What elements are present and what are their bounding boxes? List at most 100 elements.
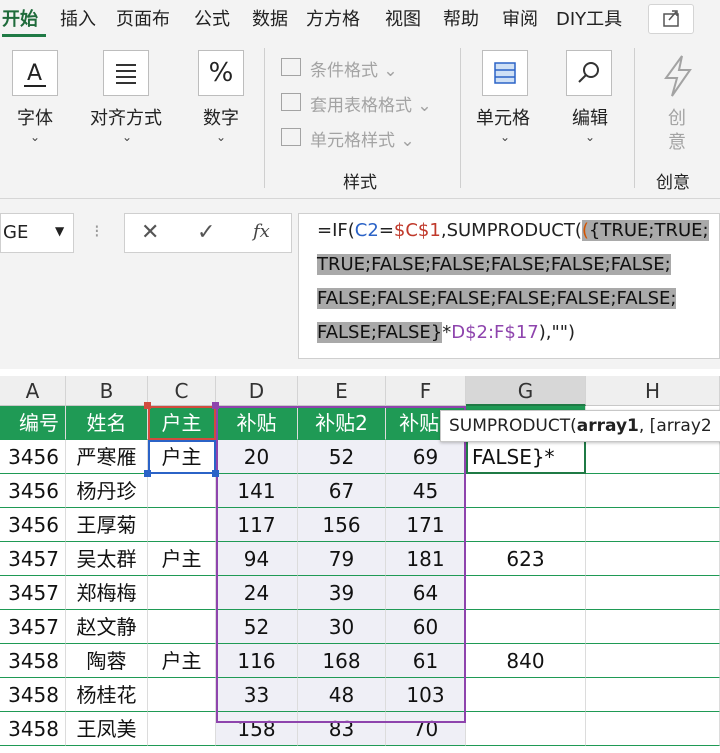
table-cell[interactable]: 严寒雁	[66, 440, 148, 474]
header-cell[interactable]: 编号	[0, 406, 66, 440]
table-cell[interactable]: 王厚菊	[66, 508, 148, 542]
table-cell[interactable]: 52	[298, 440, 386, 474]
table-cell[interactable]: 吴太群	[66, 542, 148, 576]
table-cell[interactable]: 70	[386, 712, 466, 746]
formula-input[interactable]: =IF(C2=$C$1,SUMPRODUCT(({TRUE;TRUE; TRUE;…	[298, 213, 720, 359]
lightning-icon[interactable]	[658, 54, 698, 102]
table-cell[interactable]: 103	[386, 678, 466, 712]
header-cell[interactable]: 户主	[148, 406, 216, 440]
table-cell[interactable]	[466, 712, 586, 746]
table-cell[interactable]: 45	[386, 474, 466, 508]
table-cell[interactable]: 王凤美	[66, 712, 148, 746]
table-cell[interactable]: 67	[298, 474, 386, 508]
column-header-G[interactable]: G	[466, 376, 586, 406]
tab-1[interactable]: 开始	[2, 6, 38, 34]
table-cell[interactable]: 69	[386, 440, 466, 474]
column-header-C[interactable]: C	[148, 376, 216, 406]
table-cell[interactable]	[586, 508, 720, 542]
table-cell[interactable]: 3456	[0, 440, 66, 474]
tab-9[interactable]: 审阅	[502, 6, 538, 34]
table-cell[interactable]	[148, 678, 216, 712]
header-cell[interactable]: 补贴2	[298, 406, 386, 440]
share-button[interactable]	[648, 4, 694, 34]
table-cell[interactable]	[586, 644, 720, 678]
table-cell[interactable]: 户主	[148, 440, 216, 474]
table-cell[interactable]: FALSE}*	[466, 440, 586, 474]
tab-4[interactable]: 公式	[194, 6, 230, 34]
table-cell[interactable]: 33	[216, 678, 298, 712]
chevron-down-icon[interactable]: ⌄	[216, 130, 226, 144]
confirm-icon[interactable]: ✓	[197, 220, 215, 245]
table-cell[interactable]	[148, 576, 216, 610]
tab-3[interactable]: 页面布	[116, 6, 170, 34]
table-cell[interactable]	[466, 508, 586, 542]
font-group-label[interactable]: 字体	[17, 104, 53, 130]
table-cell[interactable]: 户主	[148, 542, 216, 576]
table-cell[interactable]: 39	[298, 576, 386, 610]
table-cell[interactable]: 156	[298, 508, 386, 542]
edit-group-label[interactable]: 编辑	[572, 104, 608, 130]
column-header-H[interactable]: H	[586, 376, 720, 406]
table-cell[interactable]: 30	[298, 610, 386, 644]
table-cell[interactable]: 94	[216, 542, 298, 576]
align-icon[interactable]	[103, 50, 149, 96]
table-cell[interactable]: 20	[216, 440, 298, 474]
table-cell[interactable]: 3457	[0, 610, 66, 644]
header-cell[interactable]: 补贴	[216, 406, 298, 440]
more-icon[interactable]: ⁝	[94, 221, 100, 242]
chevron-down-icon[interactable]: ⌄	[122, 130, 132, 144]
table-cell[interactable]: 户主	[148, 644, 216, 678]
column-header-A[interactable]: A	[0, 376, 66, 406]
table-cell[interactable]: 181	[386, 542, 466, 576]
tab-2[interactable]: 插入	[60, 6, 96, 34]
table-cell[interactable]	[148, 474, 216, 508]
table-cell[interactable]: 24	[216, 576, 298, 610]
table-cell[interactable]: 141	[216, 474, 298, 508]
table-cell[interactable]	[148, 508, 216, 542]
tab-5[interactable]: 数据	[252, 6, 288, 34]
table-cell[interactable]	[466, 610, 586, 644]
table-cell[interactable]: 171	[386, 508, 466, 542]
name-box[interactable]: GE ▼	[0, 213, 74, 253]
table-cell[interactable]: 158	[216, 712, 298, 746]
table-cell[interactable]: 117	[216, 508, 298, 542]
table-cell[interactable]	[586, 678, 720, 712]
table-cell[interactable]	[466, 576, 586, 610]
conditional-format-button[interactable]: 条件格式 ⌄	[310, 56, 398, 81]
number-format-icon[interactable]: %	[198, 50, 244, 96]
chevron-down-icon[interactable]: ▼	[55, 224, 64, 238]
table-cell[interactable]: 杨桂花	[66, 678, 148, 712]
font-icon[interactable]: A	[12, 50, 58, 96]
table-cell[interactable]	[586, 440, 720, 474]
table-cell[interactable]: 64	[386, 576, 466, 610]
table-cell[interactable]	[586, 576, 720, 610]
number-group-label[interactable]: 数字	[203, 104, 239, 130]
table-cell[interactable]	[148, 610, 216, 644]
chevron-down-icon[interactable]: ⌄	[30, 130, 40, 144]
header-cell[interactable]: 姓名	[66, 406, 148, 440]
table-cell[interactable]: 3456	[0, 474, 66, 508]
table-cell[interactable]: 杨丹珍	[66, 474, 148, 508]
table-cell[interactable]: 83	[298, 712, 386, 746]
table-cell[interactable]	[466, 474, 586, 508]
tab-8[interactable]: 帮助	[443, 6, 479, 34]
table-cell[interactable]: 3457	[0, 576, 66, 610]
table-cell[interactable]: 61	[386, 644, 466, 678]
column-header-F[interactable]: F	[386, 376, 466, 406]
chevron-down-icon[interactable]: ⌄	[500, 130, 510, 144]
table-cell[interactable]: 48	[298, 678, 386, 712]
search-icon[interactable]	[566, 50, 612, 96]
align-group-label[interactable]: 对齐方式	[90, 104, 162, 130]
table-cell[interactable]: 168	[298, 644, 386, 678]
tab-7[interactable]: 视图	[385, 6, 421, 34]
table-cell[interactable]	[586, 474, 720, 508]
table-format-button[interactable]: 套用表格格式 ⌄	[310, 91, 432, 116]
column-header-D[interactable]: D	[216, 376, 298, 406]
table-cell[interactable]: 3458	[0, 644, 66, 678]
table-cell[interactable]: 60	[386, 610, 466, 644]
table-cell[interactable]: 623	[466, 542, 586, 576]
table-cell[interactable]: 3457	[0, 542, 66, 576]
cell-style-button[interactable]: 单元格样式 ⌄	[310, 126, 415, 151]
table-cell[interactable]: 3456	[0, 508, 66, 542]
cells-group-label[interactable]: 单元格	[476, 104, 530, 130]
